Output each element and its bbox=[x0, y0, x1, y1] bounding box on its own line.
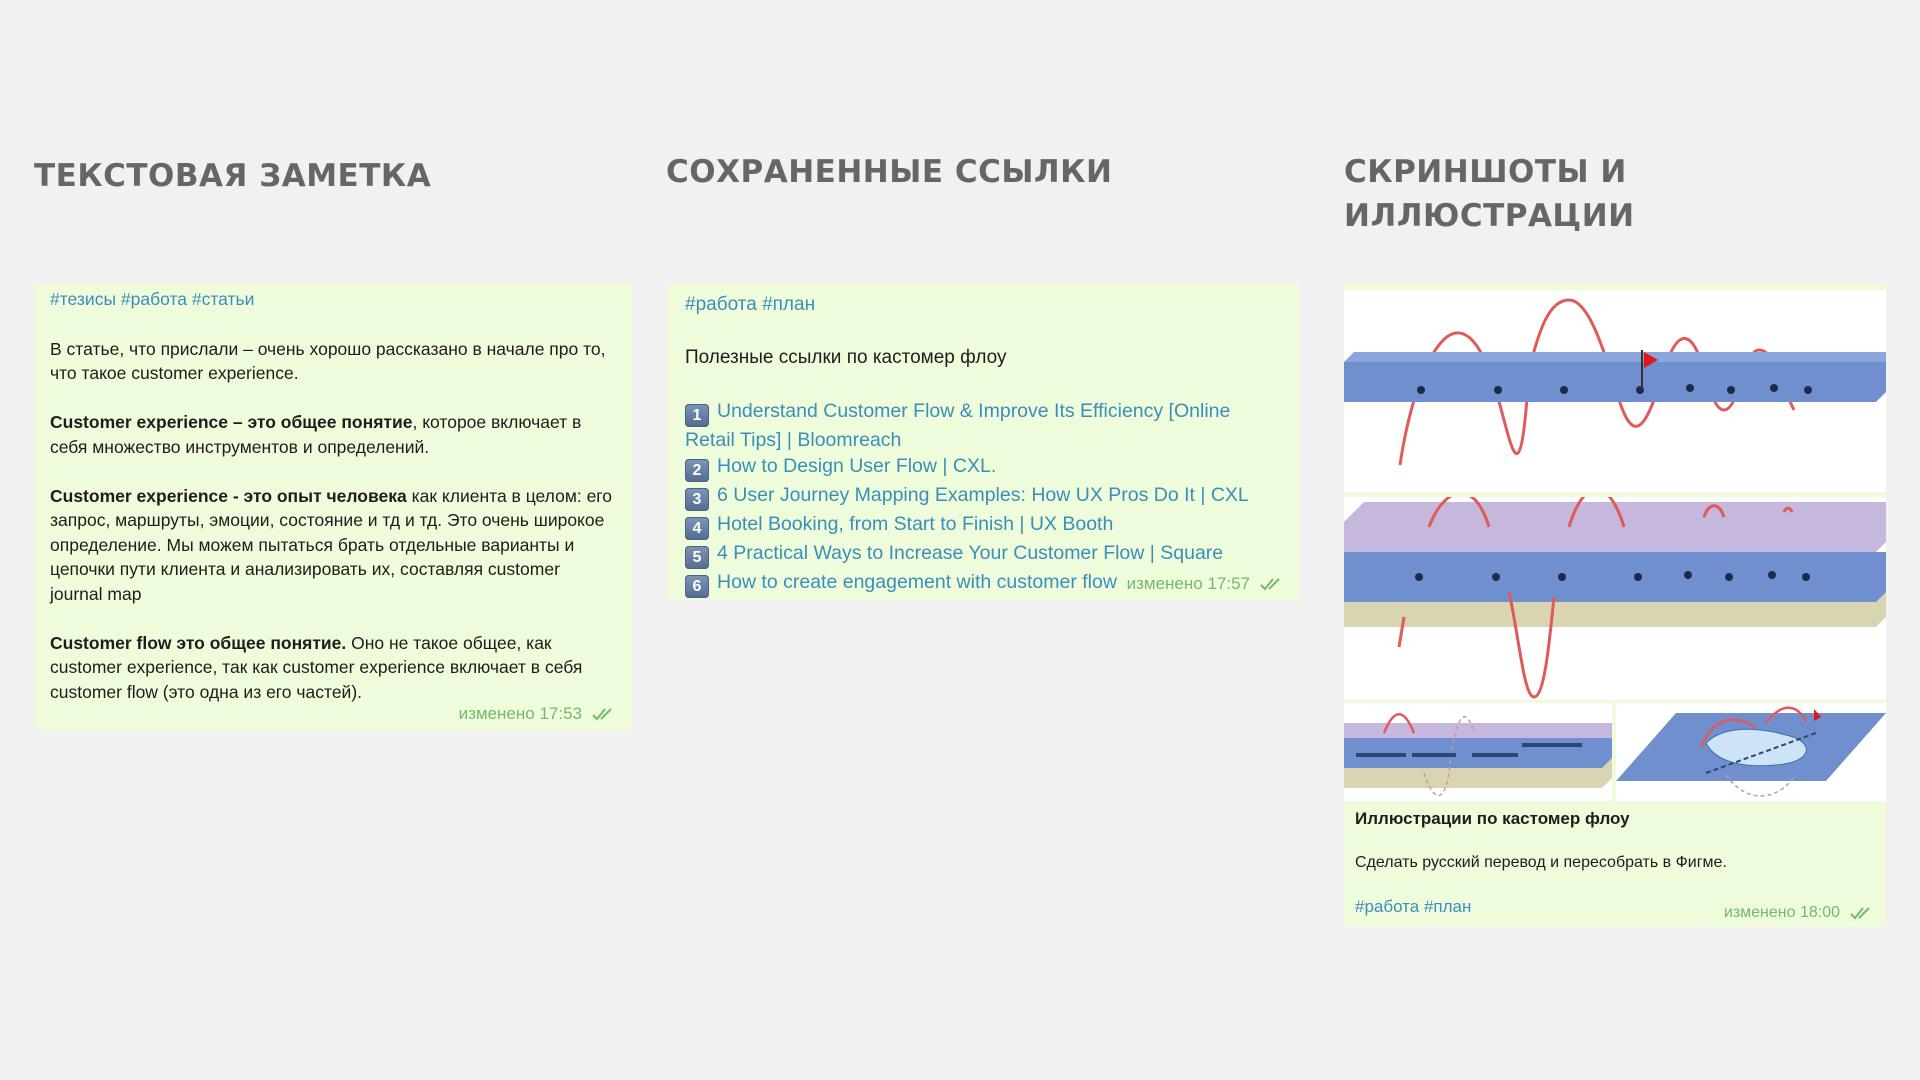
keycap-number-icon: 2 bbox=[685, 459, 709, 482]
double-check-icon bbox=[1260, 578, 1280, 591]
keycap-number-icon: 1 bbox=[685, 404, 709, 427]
saved-links-card[interactable]: #работа #план Полезные ссылки по кастоме… bbox=[667, 283, 1300, 600]
column-heading-screenshots: СКРИНШОТЫ И ИЛЛЮСТРАЦИИ bbox=[1344, 154, 1635, 234]
note-paragraph: Customer experience - это опыт человека … bbox=[50, 485, 613, 604]
illustrations-title: Иллюстрации по кастомер флоу bbox=[1355, 809, 1630, 828]
illustration-image-1[interactable] bbox=[1344, 290, 1886, 492]
link-text[interactable]: 4 Practical Ways to Increase Your Custom… bbox=[717, 542, 1223, 564]
links-tags[interactable]: #работа #план bbox=[685, 293, 1282, 318]
note-paragraph: Customer flow это общее понятие. Оно не … bbox=[50, 632, 583, 702]
keycap-number-icon: 6 bbox=[685, 575, 709, 598]
illustrations-description: Сделать русский перевод и пересобрать в … bbox=[1355, 854, 1727, 871]
link-text[interactable]: Understand Customer Flow & Improve Its E… bbox=[685, 400, 1230, 451]
stacked-plane-illustration bbox=[1344, 713, 1612, 796]
illustration-image-2[interactable] bbox=[1344, 497, 1886, 700]
note-paragraph: В статье, что прислали – очень хорошо ра… bbox=[50, 338, 606, 384]
link-item[interactable]: 2 How to Design User Flow | CXL. bbox=[685, 453, 1282, 482]
pool-plane-illustration bbox=[1616, 706, 1886, 797]
screenshots-card[interactable]: Иллюстрации по кастомер флоу Сделать рус… bbox=[1344, 283, 1886, 927]
link-item[interactable]: 1 Understand Customer Flow & Improve Its … bbox=[685, 398, 1282, 453]
message-status: изменено 17:57 bbox=[1127, 572, 1286, 597]
message-status: изменено 18:00 bbox=[1724, 901, 1876, 926]
text-note-card[interactable]: #тезисы #работа #статьи В статье, что пр… bbox=[35, 283, 632, 730]
link-item[interactable]: 3 6 User Journey Mapping Examples: How UX… bbox=[685, 482, 1282, 511]
note-paragraph: Customer experience – это общее понятие,… bbox=[50, 412, 582, 457]
links-title: Полезные ссылки по кастомер флоу bbox=[685, 346, 1007, 368]
link-item[interactable]: 4 Hotel Booking, from Start to Finish | U… bbox=[685, 511, 1282, 540]
link-text[interactable]: Hotel Booking, from Start to Finish | UX… bbox=[717, 513, 1113, 535]
links-list: 1 Understand Customer Flow & Improve Its … bbox=[685, 398, 1282, 598]
edited-timestamp: изменено 18:00 bbox=[1723, 903, 1840, 921]
double-check-icon bbox=[1850, 907, 1870, 920]
illustrations-tags[interactable]: #работа #план bbox=[1355, 895, 1471, 920]
link-text[interactable]: How to create engagement with customer f… bbox=[717, 571, 1117, 593]
keycap-number-icon: 4 bbox=[685, 517, 709, 540]
edited-timestamp: изменено 17:53 bbox=[458, 703, 582, 723]
keycap-number-icon: 3 bbox=[685, 488, 709, 511]
double-check-icon bbox=[592, 708, 612, 721]
illustration-image-4[interactable] bbox=[1616, 703, 1886, 801]
link-text[interactable]: 6 User Journey Mapping Examples: How UX … bbox=[717, 484, 1249, 506]
note-tags[interactable]: #тезисы #работа #статьи bbox=[50, 287, 617, 312]
link-item[interactable]: 5 4 Practical Ways to Increase Your Custo… bbox=[685, 540, 1282, 569]
message-status: изменено 17:53 bbox=[459, 702, 618, 727]
column-heading-text-note: ТЕКСТОВАЯ ЗАМЕТКА bbox=[34, 158, 432, 194]
keycap-number-icon: 5 bbox=[685, 546, 709, 569]
edited-timestamp: изменено 17:57 bbox=[1126, 573, 1250, 593]
link-text[interactable]: How to Design User Flow | CXL. bbox=[717, 455, 996, 477]
wave-plane-illustration bbox=[1344, 298, 1886, 466]
illustration-image-3[interactable] bbox=[1344, 703, 1612, 801]
column-heading-saved-links: СОХРАНЕННЫЕ ССЫЛКИ bbox=[666, 154, 1113, 190]
layered-plane-illustration bbox=[1344, 497, 1886, 699]
